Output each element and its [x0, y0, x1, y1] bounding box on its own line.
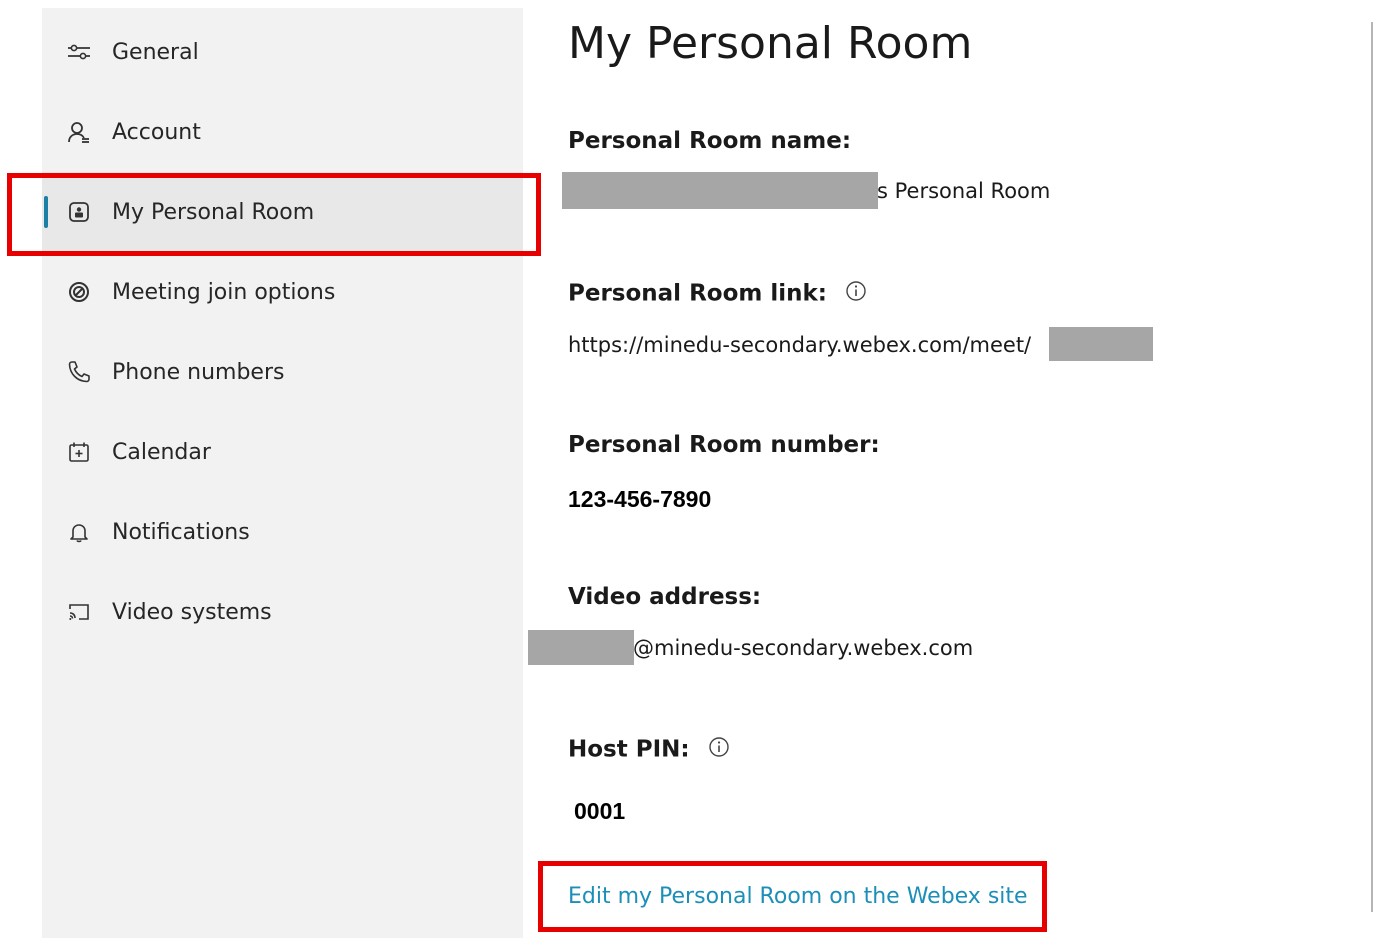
sidebar-item-calendar[interactable]: Calendar	[42, 412, 523, 492]
sidebar-item-label: Account	[112, 119, 201, 145]
sidebar-item-label: Phone numbers	[112, 359, 285, 385]
video-address-label: Video address:	[568, 584, 762, 610]
sidebar-item-general[interactable]: General	[42, 12, 523, 92]
room-link-label: Personal Room link:	[568, 280, 867, 308]
join-options-icon	[66, 279, 92, 305]
phone-icon	[66, 359, 92, 385]
room-name-label: Personal Room name:	[568, 128, 852, 154]
sidebar-item-label: General	[112, 39, 199, 65]
person-icon	[66, 119, 92, 145]
highlight-annotation-link	[538, 861, 1047, 932]
info-icon[interactable]	[845, 280, 867, 308]
sidebar-item-account[interactable]: Account	[42, 92, 523, 172]
host-pin-label-text: Host PIN:	[568, 736, 690, 763]
room-name-value: s Personal Room	[877, 179, 1051, 203]
host-pin-value: 0001	[574, 798, 626, 824]
settings-sidebar: General Account My Personal Room Meeting…	[42, 8, 523, 938]
sliders-icon	[66, 39, 92, 65]
page-title: My Personal Room	[568, 18, 973, 69]
redacted-block	[562, 172, 878, 209]
cast-icon	[66, 599, 92, 625]
sidebar-item-phone-numbers[interactable]: Phone numbers	[42, 332, 523, 412]
sidebar-item-notifications[interactable]: Notifications	[42, 492, 523, 572]
sidebar-item-meeting-join-options[interactable]: Meeting join options	[42, 252, 523, 332]
room-link-value[interactable]: https://minedu-secondary.webex.com/meet/	[568, 333, 1031, 357]
sidebar-item-label: Video systems	[112, 599, 272, 625]
room-number-value: 123-456-7890	[568, 486, 712, 512]
sidebar-item-video-systems[interactable]: Video systems	[42, 572, 523, 652]
calendar-icon	[66, 439, 92, 465]
info-icon[interactable]	[708, 736, 730, 764]
room-number-label: Personal Room number:	[568, 432, 880, 458]
sidebar-item-label: Meeting join options	[112, 279, 336, 305]
redacted-block	[1049, 327, 1153, 361]
redacted-block	[528, 630, 634, 665]
room-link-label-text: Personal Room link:	[568, 280, 827, 307]
sidebar-item-label: Calendar	[112, 439, 211, 465]
sidebar-item-label: Notifications	[112, 519, 250, 545]
highlight-annotation-sidebar	[7, 173, 541, 256]
host-pin-label: Host PIN:	[568, 736, 730, 764]
bell-icon	[66, 519, 92, 545]
window-edge-divider	[1371, 22, 1373, 912]
video-address-value: @minedu-secondary.webex.com	[633, 636, 974, 660]
